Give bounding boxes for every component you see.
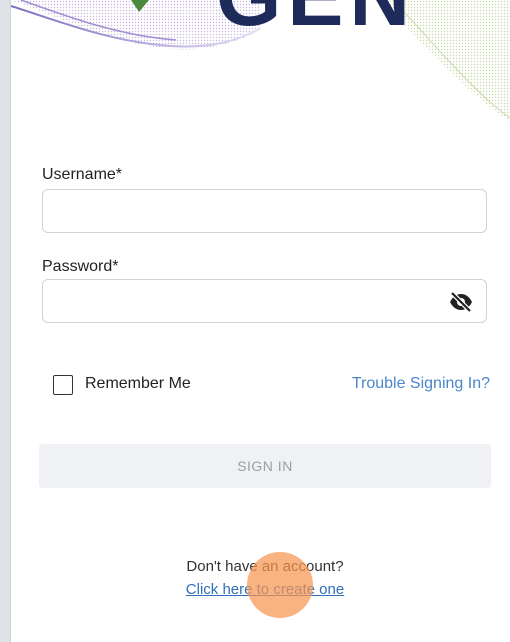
create-account-link[interactable]: Click here to create one — [0, 581, 510, 598]
remember-me-checkbox[interactable] — [53, 375, 73, 395]
window-edge — [0, 0, 10, 642]
remember-me-label: Remember Me — [85, 375, 191, 392]
sign-in-button[interactable]: SIGN IN — [39, 444, 491, 488]
trouble-signing-in-link[interactable]: Trouble Signing In? — [352, 375, 490, 393]
brand-logo-text: GEN — [216, 0, 416, 45]
no-account-prompt: Don't have an account? — [186, 558, 344, 575]
username-input[interactable] — [42, 189, 487, 233]
password-label: Password* — [42, 258, 119, 275]
eye-slash-icon — [450, 291, 472, 313]
username-label: Username* — [42, 166, 123, 183]
brand-banner: GEN — [11, 0, 510, 125]
password-input[interactable] — [42, 279, 487, 323]
toggle-password-visibility-button[interactable] — [448, 291, 474, 313]
